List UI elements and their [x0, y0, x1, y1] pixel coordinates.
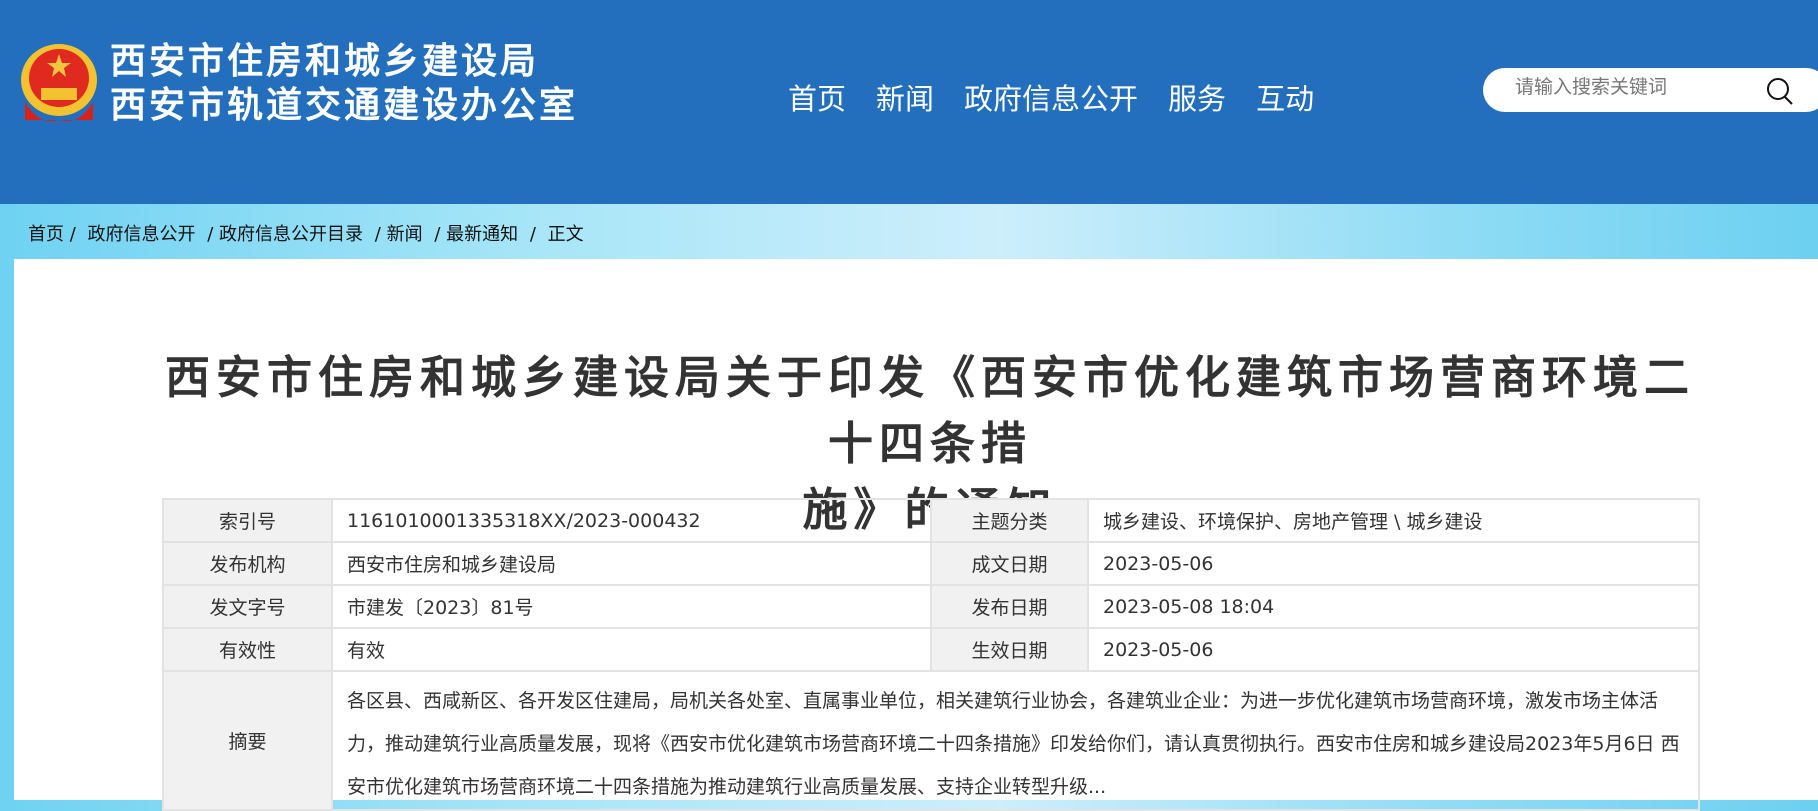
- meta-label: 主题分类: [930, 498, 1089, 543]
- nav-interaction[interactable]: 互动: [1256, 76, 1314, 118]
- meta-value: 城乡建设、环境保护、房地产管理 \ 城乡建设: [1087, 498, 1700, 543]
- meta-label: 有效性: [162, 627, 333, 672]
- breadcrumb-latest[interactable]: / 最新通知: [434, 224, 518, 245]
- table-row-abstract: 摘要 各区县、西咸新区、各开发区住建局，局机关各处室、直属事业单位，相关建筑行业…: [162, 670, 1700, 811]
- meta-value: 2023-05-06: [1087, 627, 1700, 672]
- meta-label: 成文日期: [930, 541, 1089, 586]
- main-nav: 首页 新闻 政府信息公开 服务 互动: [788, 76, 1314, 118]
- nav-home[interactable]: 首页: [788, 76, 846, 118]
- table-row: 索引号 1161010001335318XX/2023-000432 主题分类 …: [162, 498, 1700, 543]
- breadcrumb-news[interactable]: / 新闻: [375, 224, 423, 245]
- site-title[interactable]: 西安市住房和城乡建设局 西安市轨道交通建设办公室: [110, 40, 578, 128]
- meta-label: 发布日期: [930, 584, 1089, 629]
- meta-label: 发文字号: [162, 584, 333, 629]
- search-box: [1483, 68, 1818, 112]
- meta-value: 2023-05-06: [1087, 541, 1700, 586]
- breadcrumb-gov-info[interactable]: 政府信息公开: [88, 224, 196, 245]
- site-title-line1: 西安市住房和城乡建设局: [110, 41, 540, 82]
- breadcrumb-gov-catalog[interactable]: / 政府信息公开目录: [207, 224, 363, 245]
- nav-gov-info[interactable]: 政府信息公开: [964, 76, 1138, 118]
- national-emblem-icon: [21, 44, 97, 122]
- title-line1: 西安市住房和城乡建设局关于印发《西安市优化建筑市场营商环境二十四条措: [164, 351, 1695, 470]
- meta-label: 发布机构: [162, 541, 333, 586]
- meta-value: 1161010001335318XX/2023-000432: [331, 498, 932, 543]
- meta-value: 西安市住房和城乡建设局: [331, 541, 932, 586]
- breadcrumb-sep: /: [529, 224, 536, 245]
- table-row: 发布机构 西安市住房和城乡建设局 成文日期 2023-05-06: [162, 541, 1700, 586]
- metadata-table: 索引号 1161010001335318XX/2023-000432 主题分类 …: [162, 498, 1700, 811]
- abstract-label: 摘要: [162, 670, 333, 811]
- abstract-text: 各区县、西咸新区、各开发区住建局，局机关各处室、直属事业单位，相关建筑行业协会，…: [331, 670, 1700, 811]
- breadcrumb-home[interactable]: 首页 /: [28, 224, 76, 245]
- nav-news[interactable]: 新闻: [876, 76, 934, 118]
- breadcrumb-current: 正文: [547, 224, 584, 245]
- meta-value: 2023-05-08 18:04: [1087, 584, 1700, 629]
- meta-label: 索引号: [162, 498, 333, 543]
- table-row: 有效性 有效 生效日期 2023-05-06: [162, 627, 1700, 672]
- meta-value: 市建发〔2023〕81号: [331, 584, 932, 629]
- search-icon[interactable]: [1765, 76, 1795, 106]
- meta-label: 生效日期: [930, 627, 1089, 672]
- search-input[interactable]: [1515, 76, 1755, 98]
- site-header: 西安市住房和城乡建设局 西安市轨道交通建设办公室 首页 新闻 政府信息公开 服务…: [0, 0, 1818, 204]
- meta-value: 有效: [331, 627, 932, 672]
- breadcrumb: 首页 / 政府信息公开 / 政府信息公开目录 / 新闻 / 最新通知 / 正文: [28, 220, 590, 246]
- table-row: 发文字号 市建发〔2023〕81号 发布日期 2023-05-08 18:04: [162, 584, 1700, 629]
- nav-services[interactable]: 服务: [1168, 76, 1226, 118]
- site-title-line2: 西安市轨道交通建设办公室: [110, 85, 579, 126]
